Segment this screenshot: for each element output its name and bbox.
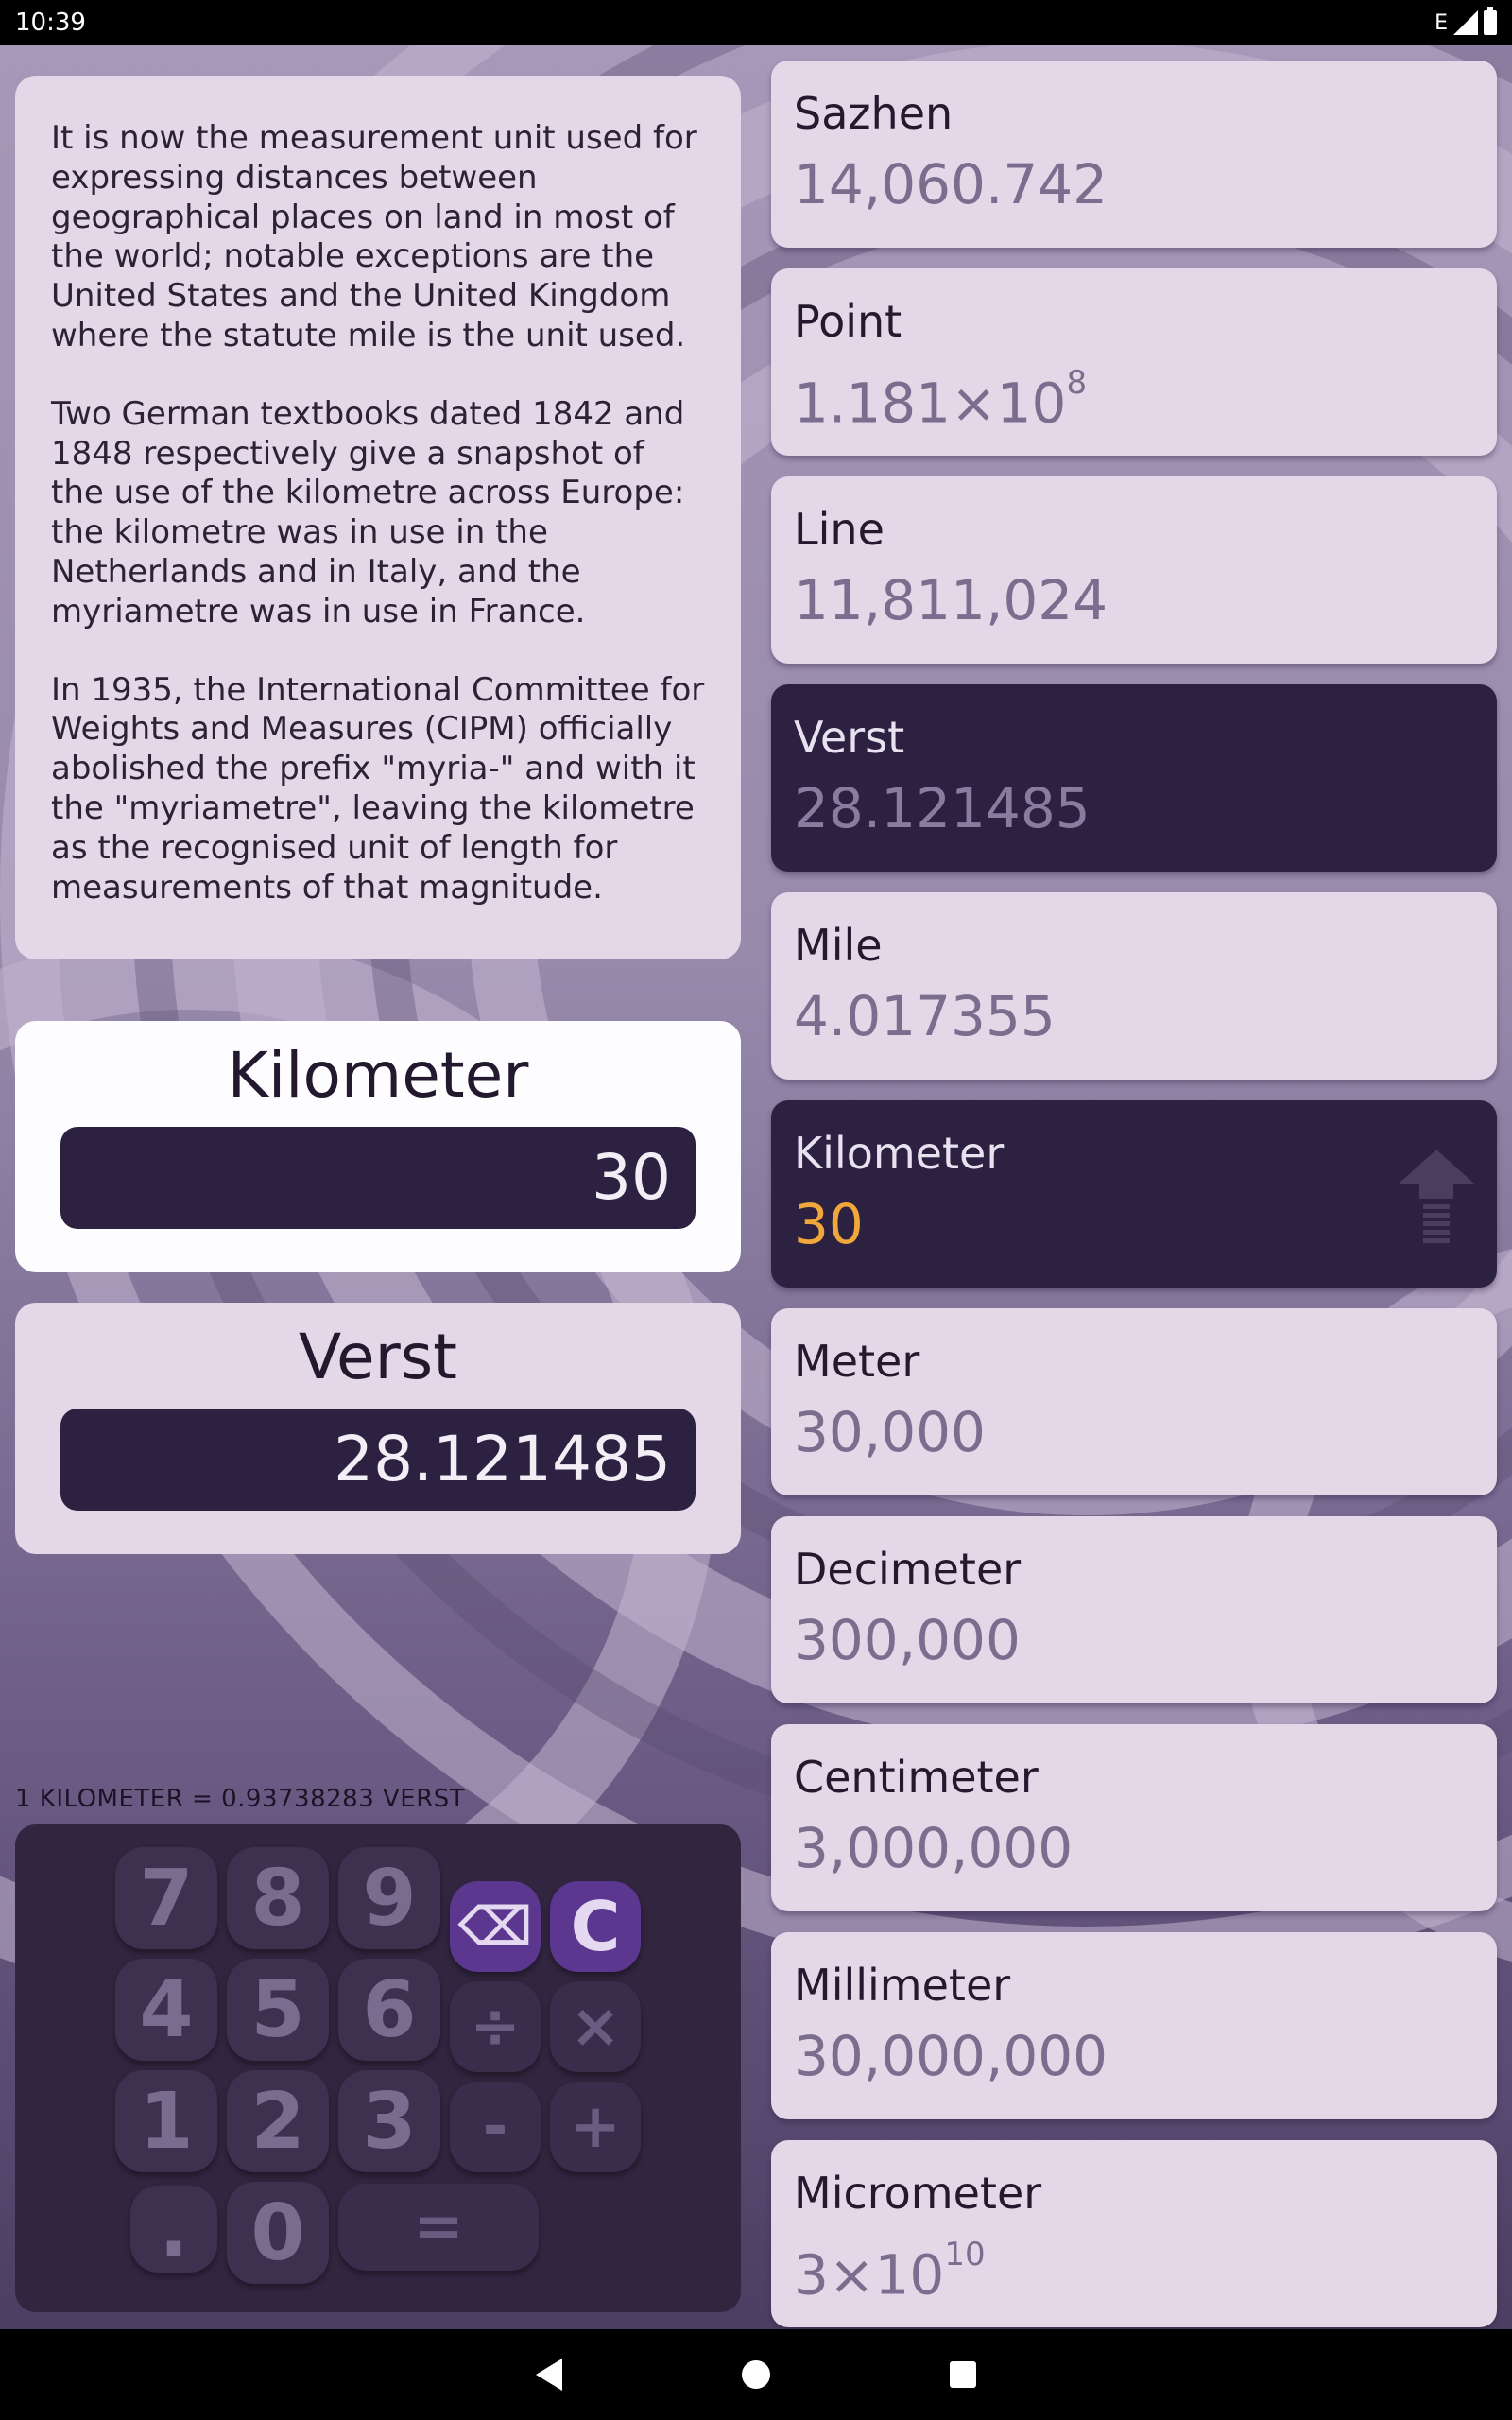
unit-item-kilometer[interactable]: Kilometer 30 [771,1100,1497,1288]
unit-item-point[interactable]: Point 1.181×108 [771,268,1497,456]
unit-name: Centimeter [794,1752,1039,1803]
unit-value-exponent: 8 [1066,364,1088,402]
unit-name: Verst [794,712,905,763]
unit-item-meter[interactable]: Meter 30,000 [771,1308,1497,1495]
unit-value: 300,000 [794,1608,1021,1672]
description-paragraph: Two German textbooks dated 1842 and 1848… [51,394,685,631]
key-4[interactable]: 4 [115,1959,217,2061]
battery-icon [1484,7,1497,35]
back-icon[interactable] [536,2359,562,2391]
key-8[interactable]: 8 [227,1847,329,1949]
divide-button[interactable]: ÷ [450,1981,541,2072]
equals-button[interactable]: = [338,2184,539,2271]
unit-name: Kilometer [794,1128,1005,1179]
signal-icon [1453,10,1478,35]
unit-name: Millimeter [794,1960,1011,2011]
key-6[interactable]: 6 [338,1959,440,2061]
unit-value: 30,000,000 [794,2024,1108,2088]
unit-value: 14,060.742 [794,152,1108,216]
clear-button[interactable]: C [550,1881,641,1972]
unit-item-sazhen[interactable]: Sazhen 14,060.742 [771,60,1497,248]
status-time: 10:39 [15,9,86,37]
unit-value: 11,811,024 [794,568,1108,632]
unit-value: 4.017355 [794,984,1056,1048]
plus-button[interactable]: + [550,2082,641,2172]
unit-value: 30 [794,1192,864,1256]
unit-item-decimeter[interactable]: Decimeter 300,000 [771,1516,1497,1703]
recents-icon[interactable] [950,2361,976,2388]
unit-value: 3,000,000 [794,1816,1074,1880]
unit-item-line[interactable]: Line 11,811,024 [771,476,1497,664]
system-nav-bar [0,2329,1512,2420]
status-bar: 10:39 E [0,0,1512,45]
unit-item-micrometer[interactable]: Micrometer 3×1010 [771,2140,1497,2327]
key-5[interactable]: 5 [227,1959,329,2061]
multiply-button[interactable]: × [550,1981,641,2072]
key-3[interactable]: 3 [338,2070,440,2172]
unit-name: Sazhen [794,88,954,139]
minus-button[interactable]: - [450,2082,541,2172]
unit-value: 30,000 [794,1400,986,1464]
key-2[interactable]: 2 [227,2070,329,2172]
description-paragraph: In 1935, the International Committee for… [51,670,705,907]
from-unit-title[interactable]: Kilometer [228,1038,529,1114]
decimal-key[interactable]: . [130,2185,217,2274]
unit-name: Mile [794,920,883,971]
unit-name: Point [794,296,902,347]
description-paragraph: It is now the measurement unit used for … [51,119,697,354]
to-unit-panel: Verst 28.121485 [15,1303,741,1554]
key-9[interactable]: 9 [338,1847,440,1949]
unit-value: 28.121485 [794,776,1091,840]
key-0[interactable]: 0 [227,2182,329,2284]
keypad: 7 8 9 ⌫ C 4 5 6 ÷ × 1 2 3 - + . 0 = [15,1824,741,2312]
from-unit-panel: Kilometer 30 [15,1021,741,1272]
from-value-input[interactable]: 30 [60,1127,696,1229]
conversion-ratio: 1 KILOMETER = 0.93738283 VERST [15,1785,466,1813]
unit-value-exponent: 10 [944,2236,986,2273]
unit-description-card: It is now the measurement unit used for … [15,76,741,959]
key-1[interactable]: 1 [115,2070,217,2172]
status-icons: E [1435,7,1497,35]
unit-name: Meter [794,1336,920,1387]
unit-value: 3×1010 [794,2236,986,2308]
to-unit-title[interactable]: Verst [299,1320,457,1395]
source-unit-arrow-icon [1399,1150,1474,1243]
unit-name: Line [794,504,885,555]
unit-item-verst[interactable]: Verst 28.121485 [771,684,1497,872]
to-value-output[interactable]: 28.121485 [60,1409,696,1511]
unit-name: Micrometer [794,2168,1042,2219]
network-type: E [1435,10,1448,35]
unit-value: 1.181×108 [794,364,1088,436]
unit-item-millimeter[interactable]: Millimeter 30,000,000 [771,1932,1497,2119]
unit-name: Decimeter [794,1544,1022,1595]
home-icon[interactable] [742,2360,770,2389]
key-7[interactable]: 7 [115,1847,217,1949]
unit-item-centimeter[interactable]: Centimeter 3,000,000 [771,1724,1497,1911]
backspace-button[interactable]: ⌫ [450,1881,541,1972]
unit-item-mile[interactable]: Mile 4.017355 [771,892,1497,1080]
